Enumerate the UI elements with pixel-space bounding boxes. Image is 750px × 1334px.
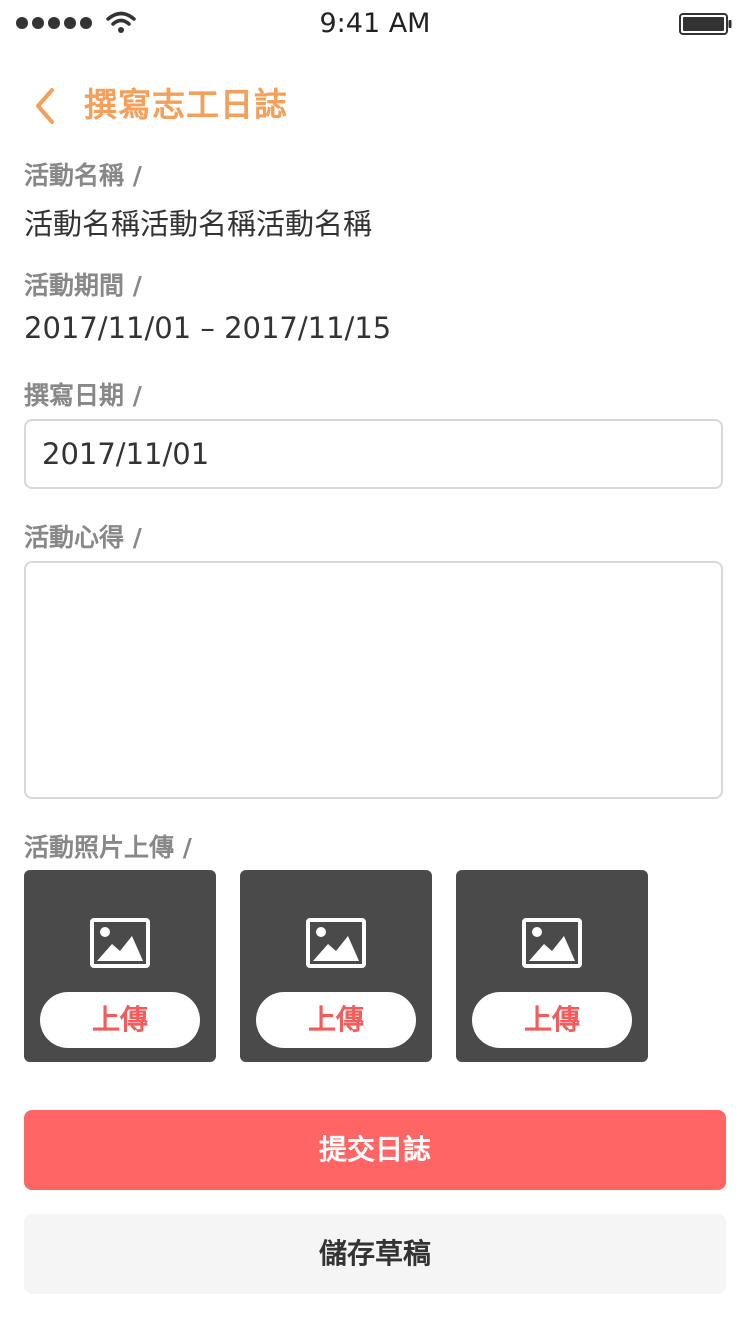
photo-slot: 上傳 <box>24 870 216 1062</box>
activity-period-value: 2017/11/01 – 2017/11/15 <box>24 311 392 345</box>
upload-button[interactable]: 上傳 <box>472 992 632 1048</box>
reflection-label: 活動心得 / <box>24 523 142 552</box>
activity-name-value: 活動名稱活動名稱活動名稱 <box>24 207 373 241</box>
activity-period-label: 活動期間 / <box>24 271 142 300</box>
image-icon <box>522 918 582 968</box>
page-title: 撰寫志工日誌 <box>84 85 288 124</box>
upload-button[interactable]: 上傳 <box>256 992 416 1048</box>
chevron-left-icon[interactable] <box>28 80 62 124</box>
battery-icon <box>679 13 732 35</box>
write-date-label: 撰寫日期 / <box>24 381 142 410</box>
reflection-textarea[interactable] <box>24 561 723 799</box>
photo-slot: 上傳 <box>240 870 432 1062</box>
save-draft-button[interactable]: 儲存草稿 <box>24 1214 726 1294</box>
status-time: 9:41 AM <box>319 8 431 39</box>
upload-button[interactable]: 上傳 <box>40 992 200 1048</box>
navigation-bar: 撰寫志工日誌 <box>0 72 750 132</box>
submit-log-button[interactable]: 提交日誌 <box>24 1110 726 1190</box>
activity-name-label: 活動名稱 / <box>24 161 142 190</box>
write-date-value: 2017/11/01 <box>42 437 210 471</box>
image-icon <box>306 918 366 968</box>
photos-label: 活動照片上傳 / <box>24 833 192 862</box>
write-date-field[interactable]: 2017/11/01 <box>24 419 723 489</box>
image-icon <box>90 918 150 968</box>
status-bar: 9:41 AM <box>0 0 750 48</box>
photo-slot: 上傳 <box>456 870 648 1062</box>
